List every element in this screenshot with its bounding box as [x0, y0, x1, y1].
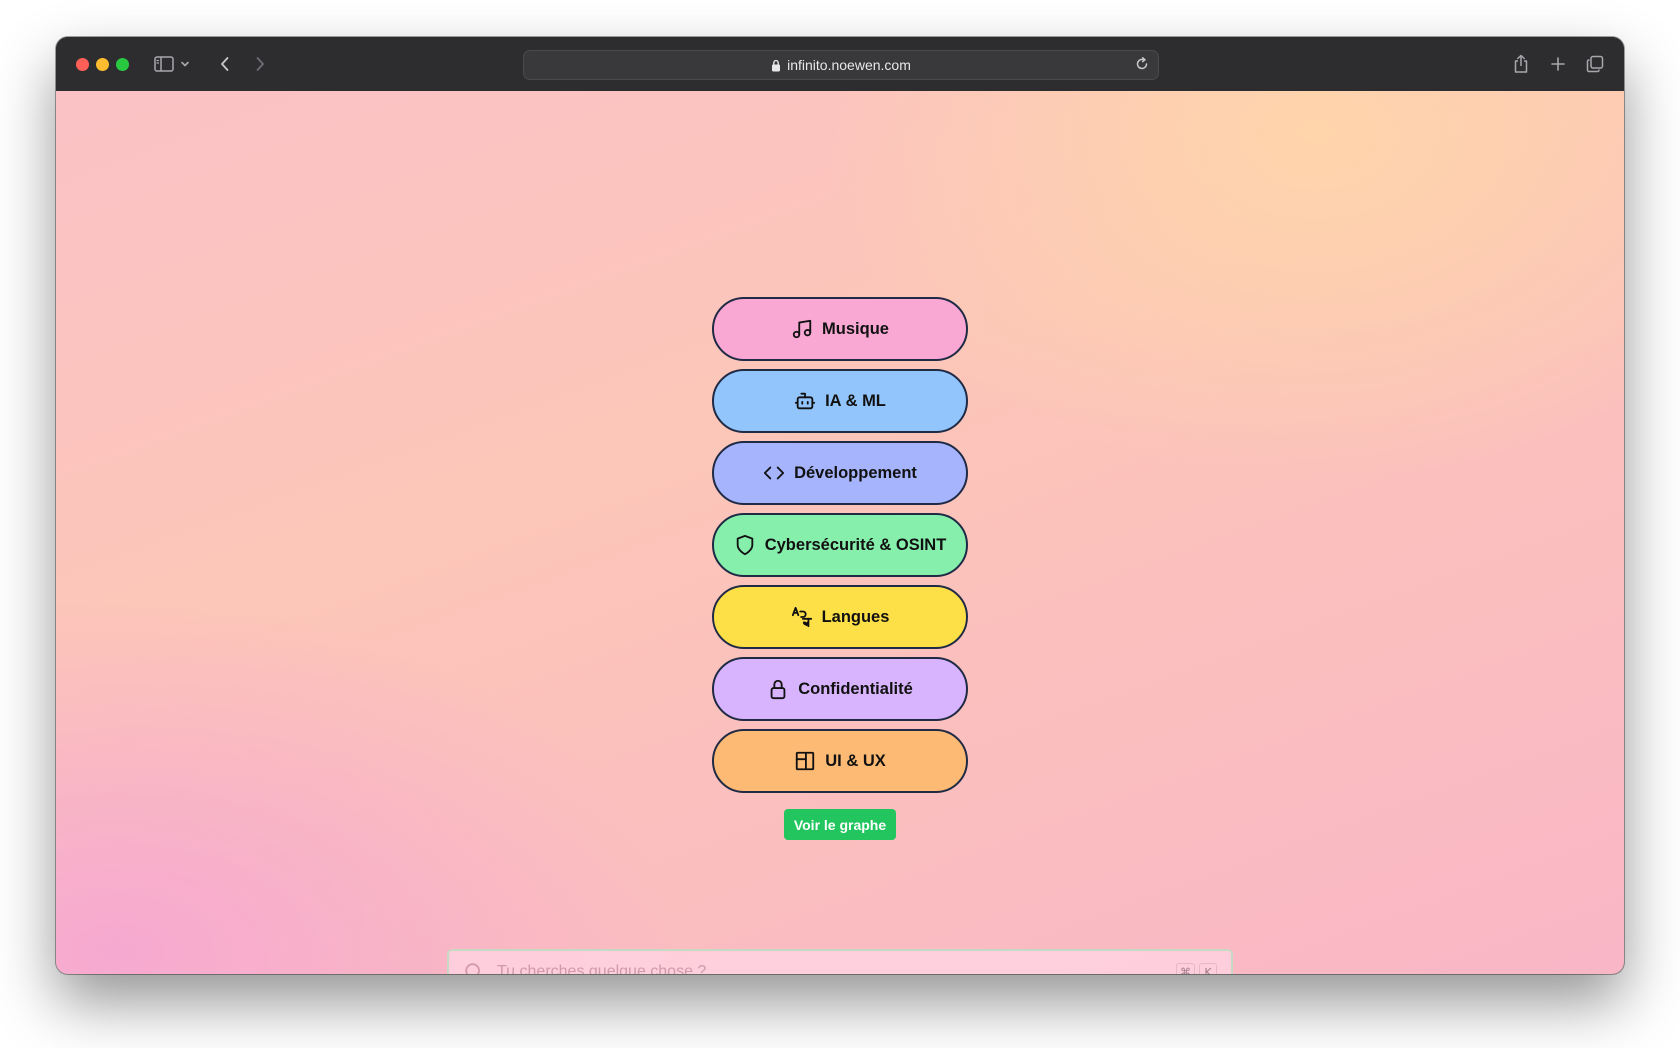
lock-icon [767, 678, 789, 700]
category-label: Langues [821, 607, 890, 626]
view-graph-button[interactable]: Voir le graphe [784, 809, 896, 840]
search-icon [463, 961, 485, 974]
music-note-icon [791, 318, 813, 340]
share-icon[interactable] [1509, 52, 1533, 76]
close-window-button[interactable] [76, 58, 89, 71]
url-text: infinito.noewen.com [787, 57, 911, 73]
layout-icon [794, 750, 816, 772]
robot-icon [794, 390, 816, 412]
code-brackets-icon [763, 462, 785, 484]
search-bar[interactable]: ⌘ K [447, 949, 1233, 974]
chevron-down-icon[interactable] [178, 52, 192, 76]
lock-icon [771, 59, 781, 72]
category-confidentialite-button[interactable]: Confidentialité [712, 657, 968, 721]
category-label: UI & UX [825, 751, 886, 770]
new-tab-icon[interactable] [1546, 52, 1570, 76]
translate-icon [791, 606, 813, 628]
back-icon[interactable] [213, 52, 237, 76]
shield-icon [734, 534, 756, 556]
browser-window: infinito.noewen.com Musique IA & ML Déve… [56, 37, 1624, 974]
category-musique-button[interactable]: Musique [712, 297, 968, 361]
reload-icon[interactable] [1134, 56, 1150, 75]
page-content: Musique IA & ML Développement Cybersécur… [56, 91, 1624, 974]
search-input[interactable] [495, 962, 1176, 974]
zoom-window-button[interactable] [116, 58, 129, 71]
tab-overview-icon[interactable] [1583, 52, 1607, 76]
category-developpement-button[interactable]: Développement [712, 441, 968, 505]
category-label: Musique [822, 319, 889, 338]
category-label: Cybersécurité & OSINT [764, 535, 947, 554]
category-ia-ml-button[interactable]: IA & ML [712, 369, 968, 433]
category-label: Confidentialité [798, 679, 913, 698]
forward-icon[interactable] [248, 52, 272, 76]
browser-toolbar: infinito.noewen.com [56, 37, 1624, 92]
category-list: Musique IA & ML Développement Cybersécur… [712, 297, 968, 801]
category-cybersecurite-button[interactable]: Cybersécurité & OSINT [712, 513, 968, 577]
category-ui-ux-button[interactable]: UI & UX [712, 729, 968, 793]
category-label: Développement [794, 463, 917, 482]
sidebar-toggle-icon[interactable] [152, 52, 176, 76]
shortcut-cmd-key: ⌘ [1176, 963, 1195, 974]
address-bar[interactable]: infinito.noewen.com [523, 50, 1159, 80]
category-label: IA & ML [825, 391, 886, 410]
minimize-window-button[interactable] [96, 58, 109, 71]
shortcut-k-key: K [1199, 963, 1217, 974]
category-langues-button[interactable]: Langues [712, 585, 968, 649]
